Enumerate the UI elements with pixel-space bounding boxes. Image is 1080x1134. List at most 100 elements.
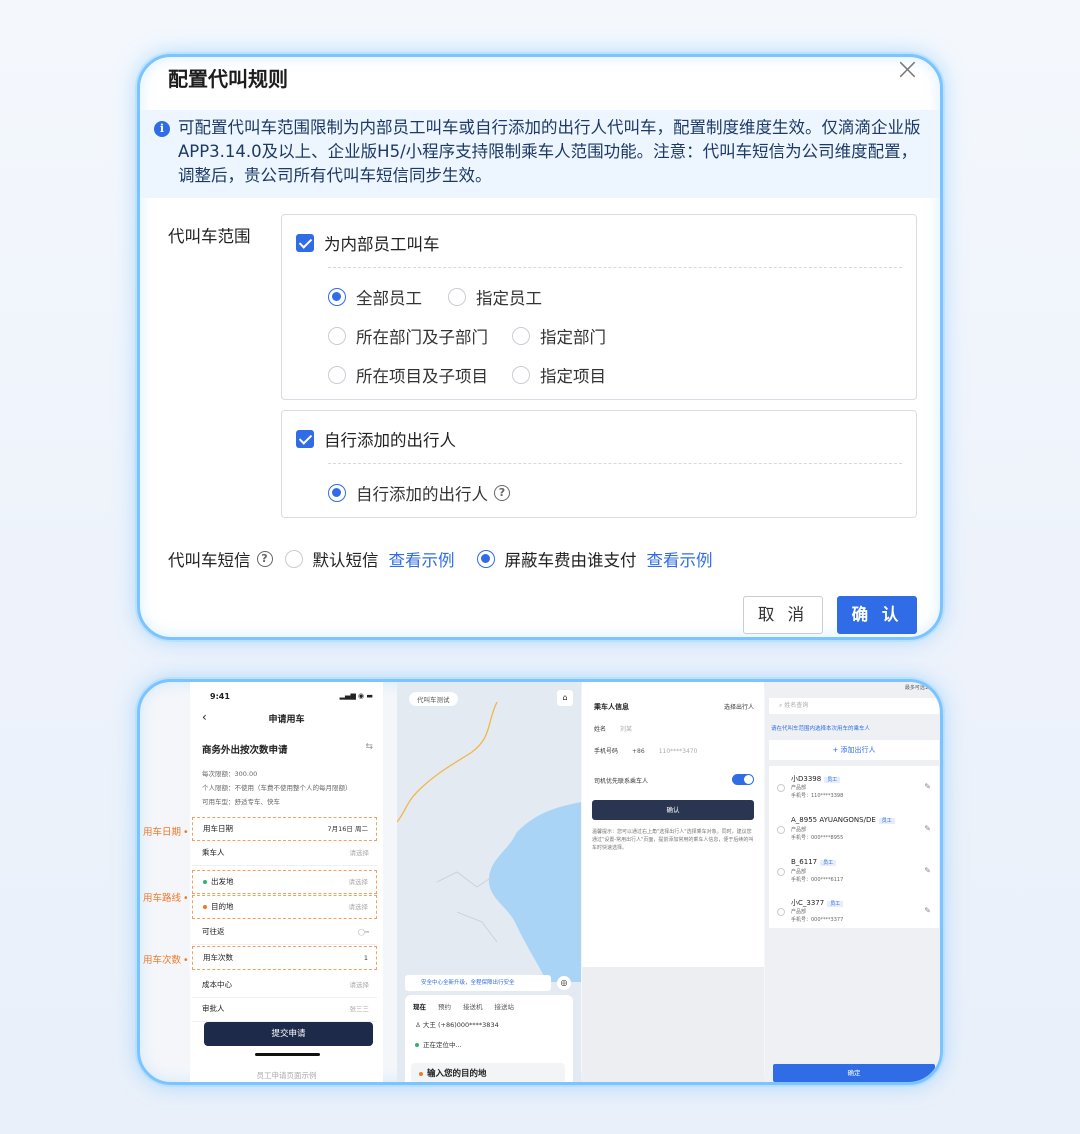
radio-project-and-sub[interactable]: 所在项目及子项目 <box>328 363 512 387</box>
name-field[interactable]: 姓名 刘某 <box>594 724 632 733</box>
row-round-trip[interactable]: 可往返 ◯━ <box>192 921 377 945</box>
form-confirm-button[interactable]: 确认 <box>592 800 754 820</box>
radio-selected-icon[interactable] <box>328 288 346 306</box>
select-circle-icon[interactable] <box>777 826 785 834</box>
toggle-off-icon[interactable]: ◯━ <box>358 921 369 943</box>
view-example-link[interactable]: 查看示例 <box>647 547 713 571</box>
home-icon[interactable]: ⌂ <box>557 690 573 706</box>
radio-icon[interactable] <box>448 288 466 306</box>
edit-icon[interactable]: ✎ <box>924 866 931 875</box>
times-stepper[interactable]: 1 <box>364 947 368 969</box>
radio-self-added[interactable]: 自行添加的出行人 <box>328 481 488 505</box>
contact-priority-label: 司机优先联系乘车人 <box>594 778 649 785</box>
tab-now[interactable]: 现在 <box>413 1001 426 1011</box>
checkbox-checked-icon[interactable] <box>296 234 314 252</box>
divider <box>328 463 902 464</box>
form-blank-area <box>582 967 764 1082</box>
side-label-route: 用车路线 <box>143 890 189 904</box>
origin-dot-icon <box>203 880 207 884</box>
row-date[interactable]: 用车日期 7月16日 周二 <box>192 817 377 841</box>
personal-limit-line: 个人限额：不使用（车费不使用整个人的每月限额） <box>202 784 352 792</box>
edit-icon[interactable]: ✎ <box>924 782 931 791</box>
radio-specified-project[interactable]: 指定项目 <box>512 363 606 387</box>
ride-tabs: 现在 预约 接送机 接送站 <box>413 1001 514 1011</box>
confirm-button[interactable]: 确 认 <box>837 596 917 634</box>
scope-label: 代叫车范围 <box>168 227 251 246</box>
select-circle-icon[interactable] <box>777 784 785 792</box>
notice-banner: i 可配置代叫车范围限制为内部员工叫车或自行添加的出行人代叫车，配置制度维度生效… <box>140 110 940 198</box>
side-label-date: 用车日期 <box>143 824 189 838</box>
card-title: 商务外出按次数申请 <box>202 745 288 756</box>
destination-dot-icon <box>203 905 207 909</box>
divider <box>328 267 902 268</box>
row-approver[interactable]: 审批人 张三三 <box>192 998 377 1022</box>
tab-station[interactable]: 接送站 <box>495 1001 515 1011</box>
radio-row-2: 所在部门及子部门 指定部门 <box>328 324 606 348</box>
internal-checkbox-row[interactable]: 为内部员工叫车 <box>296 231 440 255</box>
select-circle-icon[interactable] <box>777 868 785 876</box>
radio-specified-staff[interactable]: 指定员工 <box>448 285 542 309</box>
row-destination[interactable]: 目的地 请选择 <box>192 895 377 919</box>
view-example-link[interactable]: 查看示例 <box>389 547 455 571</box>
map-screen: 代叫车测试 ⌂ 安全中心全新升级，全程保障出行安全 ◎ 现在 预约 接送机 接送… <box>397 682 581 1082</box>
list-item[interactable]: 小D3398 员工 产品部 手机号：110****3398 ✎ <box>777 774 931 808</box>
phone-field[interactable]: 手机号码 +86 110****3470 <box>594 746 697 755</box>
radio-all-staff[interactable]: 全部员工 <box>328 285 448 309</box>
edit-icon[interactable]: ✎ <box>924 906 931 915</box>
app-screens-showcase: 用车日期 用车路线 用车次数 9:41 ▂▄▆ ◉ ▬ ‹ 申请用车 商务外出按… <box>137 679 943 1085</box>
list-confirm-button[interactable]: 确定 <box>773 1064 935 1082</box>
radio-icon[interactable] <box>328 327 346 345</box>
row-origin[interactable]: 出发地 请选择 <box>192 870 377 894</box>
radio-hide-payer-sms[interactable]: 屏蔽车费由谁支付 <box>476 547 637 571</box>
self-added-scope-box: 自行添加的出行人 自行添加的出行人 ? <box>281 410 917 518</box>
contact-priority-toggle[interactable] <box>732 774 754 785</box>
limit-line: 每次限额：300.00 <box>202 770 258 778</box>
radio-selected-icon[interactable] <box>328 484 346 502</box>
checkbox-checked-icon[interactable] <box>296 430 314 448</box>
dialog-title: 配置代叫规则 <box>168 67 288 91</box>
cancel-button[interactable]: 取 消 <box>743 596 823 634</box>
select-passenger-link[interactable]: 选择出行人 <box>724 702 754 711</box>
locate-icon[interactable]: ◎ <box>557 976 571 990</box>
row-passenger[interactable]: 乘车人 请选择 <box>192 842 377 866</box>
tab-airport[interactable]: 接送机 <box>463 1001 483 1011</box>
list-item[interactable]: B_6117 员工 产品部 手机号：000****6117 ✎ <box>777 858 931 892</box>
list-item[interactable]: A_8955 AYUANGONS/DE 员工 产品部 手机号：000****895… <box>777 816 931 850</box>
swap-icon[interactable]: ⇆ <box>365 742 373 752</box>
radio-specified-dept[interactable]: 指定部门 <box>512 324 606 348</box>
passenger-list: 小D3398 员工 产品部 手机号：110****3398 ✎ A_8955 AY… <box>769 766 939 928</box>
radio-icon[interactable] <box>512 366 530 384</box>
self-added-checkbox-row[interactable]: 自行添加的出行人 <box>296 427 456 451</box>
edit-icon[interactable]: ✎ <box>924 824 931 833</box>
destination-input[interactable]: 输入您的目的地 <box>411 1063 565 1082</box>
radio-default-sms[interactable]: 默认短信 <box>284 547 379 571</box>
tab-reserve[interactable]: 预约 <box>438 1001 451 1011</box>
list-item[interactable]: 小C_3377 员工 产品部 手机号：000****3377 ✎ <box>777 898 931 932</box>
status-time: 9:41 <box>210 692 230 701</box>
help-icon[interactable]: ? <box>494 485 510 501</box>
submit-button[interactable]: 提交申请 <box>204 1022 373 1046</box>
row-cost-center[interactable]: 成本中心 请选择 <box>192 974 377 998</box>
select-circle-icon[interactable] <box>777 908 785 916</box>
safety-banner[interactable]: 安全中心全新升级，全程保障出行安全 <box>405 975 551 991</box>
passenger-line[interactable]: ♙ 大王 (+86)000****3834 <box>415 1019 499 1029</box>
radio-selected-icon[interactable] <box>476 550 495 568</box>
help-icon[interactable]: ? <box>256 551 273 567</box>
search-input[interactable]: ⌕ 姓名查询 <box>769 698 939 714</box>
radio-icon[interactable] <box>512 327 530 345</box>
map-company-chip[interactable]: 代叫车测试 <box>409 692 458 706</box>
add-passenger-button[interactable]: + 添加出行人 <box>769 740 939 760</box>
self-added-radio-row: 自行添加的出行人 ? <box>328 481 510 505</box>
radio-icon[interactable] <box>284 550 303 568</box>
self-added-label: 自行添加的出行人 <box>324 431 456 450</box>
form-title: 乘车人信息 <box>594 703 629 711</box>
close-icon[interactable]: × <box>895 57 920 85</box>
car-type-line: 可用车型：舒适专车、快车 <box>202 798 280 806</box>
ride-sheet: 现在 预约 接送机 接送站 ♙ 大王 (+86)000****3834 正在定位… <box>405 995 573 1082</box>
radio-dept-and-sub[interactable]: 所在部门及子部门 <box>328 324 512 348</box>
radio-icon[interactable] <box>328 366 346 384</box>
phone-apply-screen: 9:41 ▂▄▆ ◉ ▬ ‹ 申请用车 商务外出按次数申请 ⇆ 每次限额：300… <box>190 682 383 1082</box>
internal-scope-box: 为内部员工叫车 全部员工 指定员工 所在部门及子部门 指定部门 所在项目及子项目… <box>281 214 917 400</box>
row-times[interactable]: 用车次数 1 <box>192 946 377 970</box>
radio-row-3: 所在项目及子项目 指定项目 <box>328 363 606 387</box>
